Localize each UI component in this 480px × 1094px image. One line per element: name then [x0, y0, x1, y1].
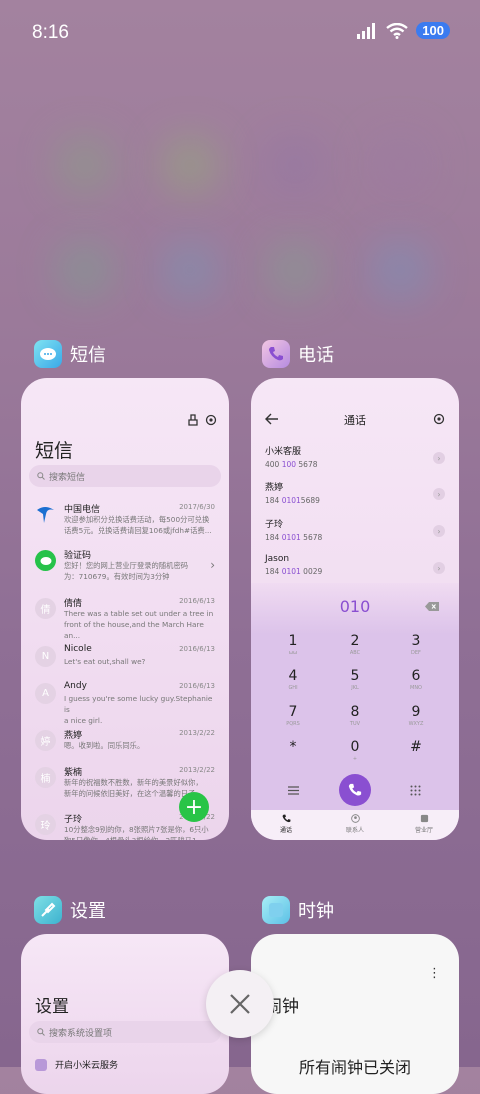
key-6[interactable]: 6 MNO [386, 668, 446, 691]
page-title: 通话 [344, 414, 366, 427]
key-9[interactable]: 9 WXYZ [386, 704, 446, 727]
chat-bubble-icon [35, 550, 56, 571]
list-item[interactable]: 验证码 您好！您的网上营业厅登录的随机密码 为：710679。有效时间为3分钟 … [35, 548, 217, 594]
messages-app-icon [34, 340, 62, 368]
key-8[interactable]: 8 TUV [325, 704, 385, 727]
search-icon [37, 1028, 45, 1036]
menu-icon[interactable] [288, 786, 299, 795]
phone-app-icon [262, 340, 290, 368]
list-item[interactable]: 倩 倩倩 2016/6/13 There was a table set out… [35, 596, 217, 642]
key-4[interactable]: 4 GHI [263, 668, 323, 691]
search-placeholder: 搜索短信 [49, 472, 86, 483]
key-1[interactable]: 1 ωω [263, 633, 323, 656]
page-title: 短信 [35, 440, 74, 462]
cloud-icon [35, 1058, 47, 1071]
key-0[interactable]: 0 + [325, 739, 385, 762]
key-hash[interactable]: # [386, 739, 446, 756]
settings-app-name: 设置 [70, 901, 106, 922]
phone-app-header[interactable]: 电话 [262, 340, 334, 368]
key-2[interactable]: 2 ABC [325, 633, 385, 656]
settings-item[interactable]: 开启小米云服务 [35, 1058, 118, 1071]
phone-icon [348, 783, 362, 796]
chevron-right-icon[interactable]: › [433, 562, 445, 574]
contact-row[interactable]: 燕婷 184 01015689 › [265, 480, 445, 514]
dialpad: 010 1 ωω 2 ABC 3 DEF 4 GHI 5 JKL 6 MNO 7 PQRS 8… [251, 583, 459, 840]
bottom-tab-bar: 通话 联系人 营业厅 [251, 810, 459, 840]
search-input[interactable]: 搜索系统设置项 [29, 1021, 221, 1043]
list-item[interactable]: 中国电信 2017/6/30 欢迎参加积分兑换话费活动，每500分可兑换 话费5… [35, 502, 217, 548]
china-telecom-logo-icon [35, 504, 56, 525]
phone-app-name: 电话 [298, 345, 334, 366]
clock-card[interactable]: ⋮ 闹钟 所有闹钟已关闭 [251, 934, 459, 1094]
tab-store[interactable]: 营业厅 [394, 814, 454, 834]
page-title: 设置 [35, 997, 69, 1017]
chevron-right-icon: › [210, 558, 215, 572]
settings-app-icon [34, 896, 62, 924]
dialpad-grid-icon[interactable] [410, 785, 421, 796]
search-icon [37, 472, 45, 480]
battery-indicator: 100 [416, 22, 450, 39]
settings-app-header[interactable]: 设置 [34, 896, 106, 924]
key-3[interactable]: 3 DEF [386, 633, 446, 656]
call-button[interactable] [339, 774, 371, 806]
chevron-right-icon[interactable]: › [433, 488, 445, 500]
settings-card[interactable]: 设置 搜索系统设置项 开启小米云服务 [21, 934, 229, 1094]
wifi-icon [386, 22, 409, 39]
compose-button[interactable]: + [179, 792, 209, 822]
messages-app-name: 短信 [70, 345, 106, 366]
clock-app-icon [262, 896, 290, 924]
settings-icon[interactable] [433, 413, 445, 425]
tab-contacts[interactable]: 联系人 [325, 814, 385, 834]
person-icon [350, 814, 360, 823]
phone-card[interactable]: 通话 小米客服 400 100 5678 › 燕婷 184 01015689 ›… [251, 378, 459, 840]
status-time: 8:16 [32, 22, 69, 43]
plus-icon: + [184, 794, 204, 820]
clear-all-button[interactable] [206, 970, 274, 1038]
close-icon [230, 994, 250, 1014]
list-item[interactable]: A Andy 2016/6/13 I guess you're some luc… [35, 681, 217, 727]
status-bar: 8:16 100 [0, 0, 480, 64]
contact-row[interactable]: 小米客服 400 100 5678 › [265, 444, 445, 478]
settings-icon[interactable] [205, 414, 217, 426]
phone-icon [282, 814, 290, 823]
clock-app-name: 时钟 [298, 901, 334, 922]
search-input[interactable]: 搜索短信 [29, 465, 221, 487]
messages-app-header[interactable]: 短信 [34, 340, 106, 368]
contact-row[interactable]: 子玲 184 0101 5678 › [265, 517, 445, 551]
key-7[interactable]: 7 PQRS [263, 704, 323, 727]
clear-icon[interactable] [187, 414, 199, 426]
alarm-status: 所有闹钟已关闭 [298, 1058, 411, 1077]
clock-app-header[interactable]: 时钟 [262, 896, 334, 924]
tab-calls[interactable]: 通话 [256, 814, 316, 834]
key-5[interactable]: 5 JKL [325, 668, 385, 691]
key-star[interactable]: * [263, 739, 323, 756]
store-icon [420, 814, 428, 823]
chevron-right-icon[interactable]: › [433, 452, 445, 464]
backspace-icon[interactable] [425, 602, 439, 611]
search-placeholder: 搜索系统设置项 [49, 1028, 113, 1039]
signal-icon [357, 22, 376, 39]
more-icon[interactable]: ⋮ [428, 966, 441, 981]
messages-card[interactable]: 短信 搜索短信 中国电信 2017/6/30 欢迎参加积分兑换话费活动，每500… [21, 378, 229, 840]
chevron-right-icon[interactable]: › [433, 525, 445, 537]
